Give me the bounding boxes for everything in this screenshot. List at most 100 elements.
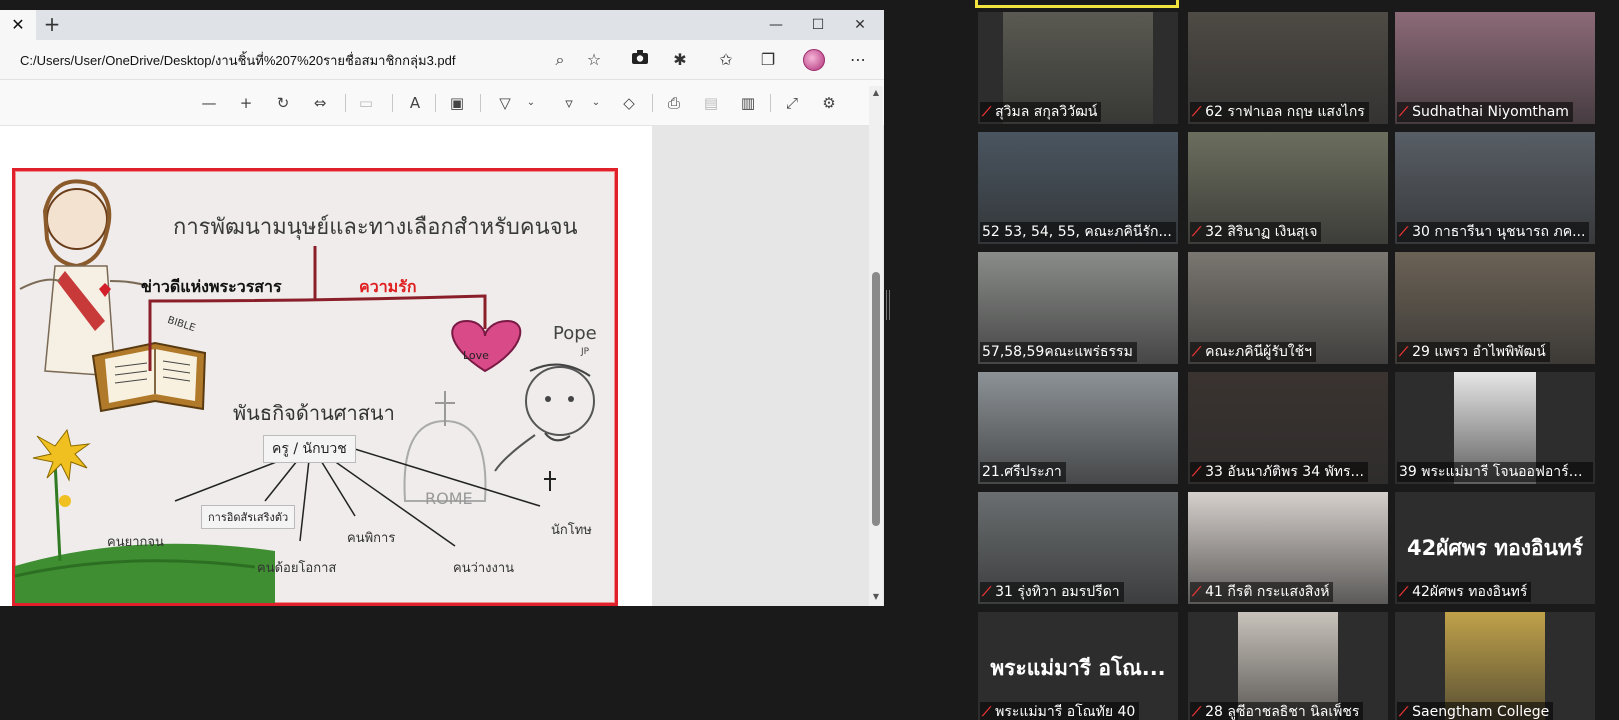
- participant-label: ⟋ 41 กีรติ กระแสงสิงห์: [1190, 582, 1334, 602]
- mic-muted-icon: ⟋: [1192, 465, 1202, 480]
- highlight-icon[interactable]: ▿: [558, 92, 580, 114]
- participant-tile[interactable]: ⟋ 29 แพรว อำไพพิพัฒน์: [1395, 252, 1595, 364]
- eraser-icon[interactable]: ◇: [618, 92, 640, 114]
- participant-tile[interactable]: พระแม่มารี อโณ... ⟋ พระแม่มารี อโณทัย 40: [978, 612, 1178, 720]
- participant-tile[interactable]: ⟋ 28 ลูซีอาชลธิชา นิลเพ็ชร: [1188, 612, 1388, 720]
- collections-icon[interactable]: ❐: [756, 49, 780, 71]
- text-box-icon[interactable]: ▣: [446, 92, 468, 114]
- print-icon[interactable]: ⎙: [663, 92, 685, 114]
- poster-love-label: ความรัก: [359, 277, 417, 296]
- tab-close-button[interactable]: ✕: [6, 14, 30, 36]
- participant-name: Sudhathai Niyomtham: [1412, 104, 1569, 120]
- extensions-icon[interactable]: ✱: [668, 49, 692, 71]
- new-tab-button[interactable]: +: [40, 14, 64, 36]
- participant-tile[interactable]: ⟋ 32 สิรินาฏ เงินสุเจ: [1188, 132, 1388, 244]
- zoom-in-icon[interactable]: +: [235, 92, 257, 114]
- profile-avatar[interactable]: [803, 49, 825, 71]
- rotate-icon[interactable]: ↻: [272, 92, 294, 114]
- poster-unemployed: คนว่างงาน: [453, 561, 515, 576]
- add-favorite-icon[interactable]: ☆: [582, 49, 606, 71]
- participant-label: ⟋ Saengtham College: [1397, 702, 1554, 720]
- minimize-button[interactable]: —: [764, 16, 788, 34]
- screen: { "browser": { "tab_close": "✕", "new_ta…: [0, 0, 1619, 720]
- poster-good-news: ข่าวดีแห่งพระวรสาร: [141, 277, 282, 296]
- participant-tile[interactable]: 57,58,59คณะแพร่ธรรม: [978, 252, 1178, 364]
- participant-tile[interactable]: ⟋ 31 รุ่งทิวา อมรปรีดา: [978, 492, 1178, 604]
- save-icon[interactable]: ▤: [700, 92, 722, 114]
- participant-tile[interactable]: ⟋ 62 ราฟาเอล กฤษ แสงไกร: [1188, 12, 1388, 124]
- pdf-viewer[interactable]: การพัฒนามนุษย์และทางเลือกสำหรับคนจน ข่าว…: [0, 126, 884, 606]
- participant-name: 30 กาธารีนา นุชนารถ ภค...: [1412, 224, 1586, 240]
- vertical-scrollbar[interactable]: ▲ ▼: [869, 86, 883, 606]
- participant-tile[interactable]: ⟋ 41 กีรติ กระแสงสิงห์: [1188, 492, 1388, 604]
- participant-tile[interactable]: ⟋ Saengtham College: [1395, 612, 1595, 720]
- participant-tile[interactable]: ⟋ 30 กาธารีนา นุชนารถ ภค...: [1395, 132, 1595, 244]
- favorites-icon[interactable]: ✩: [714, 49, 738, 71]
- address-bar: C:/Users/User/OneDrive/Desktop/งานชิ้นที…: [0, 40, 884, 80]
- more-menu-icon[interactable]: ⋯: [846, 49, 870, 71]
- participant-tile[interactable]: ⟋ คณะภคินีผู้รับใช้ฯ: [1188, 252, 1388, 364]
- scroll-up-arrow[interactable]: ▲: [871, 88, 881, 98]
- participant-name: 32 สิรินาฏ เงินสุเจ: [1205, 224, 1318, 240]
- mic-muted-icon: ⟋: [1192, 345, 1202, 360]
- participant-name: 62 ราฟาเอล กฤษ แสงไกร: [1205, 104, 1365, 120]
- participant-label: 57,58,59คณะแพร่ธรรม: [980, 342, 1137, 362]
- settings-icon[interactable]: ⚙: [818, 92, 840, 114]
- close-window-button[interactable]: ✕: [848, 16, 872, 34]
- mic-muted-icon: ⟋: [1399, 705, 1409, 720]
- participant-name: พระแม่มารี อโณทัย 40: [995, 704, 1136, 720]
- mic-muted-icon: ⟋: [1399, 225, 1409, 240]
- mic-muted-icon: ⟋: [1192, 585, 1202, 600]
- poster-teacher: ครู / นักบวช: [263, 435, 356, 463]
- participant-label: ⟋ 28 ลูซีอาชลธิชา นิลเพ็ชร: [1190, 702, 1364, 720]
- tab-bar: ✕ + — ☐ ✕: [0, 10, 884, 40]
- panel-splitter[interactable]: [886, 290, 890, 320]
- highlight-dropdown-icon[interactable]: ⌄: [585, 92, 607, 114]
- mic-muted-icon: ⟋: [1192, 705, 1202, 720]
- participant-label: 39 พระแม่มารี โจนออฟอาร์ค ...: [1397, 462, 1593, 482]
- participant-label: 52 53, 54, 55, คณะภคินีรัก...: [980, 222, 1176, 242]
- pdf-page: การพัฒนามนุษย์และทางเลือกสำหรับคนจน ข่าว…: [0, 126, 652, 606]
- scroll-down-arrow[interactable]: ▼: [871, 592, 881, 602]
- draw-dropdown-icon[interactable]: ⌄: [520, 92, 542, 114]
- participant-name: 57,58,59คณะแพร่ธรรม: [982, 344, 1133, 360]
- participant-tile[interactable]: ⟋ Sudhathai Niyomtham: [1395, 12, 1595, 124]
- participant-tile[interactable]: 39 พระแม่มารี โจนออฟอาร์ค ...: [1395, 372, 1595, 484]
- draw-icon[interactable]: ▽: [494, 92, 516, 114]
- mic-muted-icon: ⟋: [1399, 345, 1409, 360]
- mic-muted-icon: ⟋: [1399, 105, 1409, 120]
- zoom-out-icon[interactable]: —: [198, 92, 220, 114]
- fullscreen-icon[interactable]: ⤢: [781, 92, 803, 114]
- read-aloud-icon[interactable]: A: [404, 92, 426, 114]
- participant-tile[interactable]: ⟋ 33 อันนาภัติพร 34 พัทร...: [1188, 372, 1388, 484]
- poster-image: การพัฒนามนุษย์และทางเลือกสำหรับคนจน ข่าว…: [12, 168, 618, 606]
- participant-tile[interactable]: 21.ศรีประภา: [978, 372, 1178, 484]
- participant-name: 31 รุ่งทิวา อมรปรีดา: [995, 584, 1120, 600]
- participant-display-name: 42ผัศพร ทองอินทร์: [1406, 536, 1584, 560]
- participant-label: ⟋ 32 สิรินาฏ เงินสุเจ: [1190, 222, 1322, 242]
- maximize-button[interactable]: ☐: [806, 16, 830, 34]
- browser-window: ✕ + — ☐ ✕ C:/Users/User/OneDrive/Desktop…: [0, 10, 884, 606]
- zoom-icon[interactable]: ⌕: [548, 49, 572, 71]
- scroll-thumb[interactable]: [872, 272, 880, 526]
- url-text[interactable]: C:/Users/User/OneDrive/Desktop/งานชิ้นที…: [20, 50, 455, 71]
- participant-name: 28 ลูซีอาชลธิชา นิลเพ็ชร: [1205, 704, 1360, 720]
- participant-label: ⟋ พระแม่มารี อโณทัย 40: [980, 702, 1140, 720]
- participant-tile[interactable]: 52 53, 54, 55, คณะภคินีรัก...: [978, 132, 1178, 244]
- poster-prisoner: นักโทษ: [551, 523, 592, 538]
- participant-label: ⟋ 30 กาธารีนา นุชนารถ ภค...: [1397, 222, 1590, 242]
- toolbar-divider: [770, 94, 771, 112]
- save-as-icon[interactable]: ▥: [737, 92, 759, 114]
- fit-width-icon[interactable]: ⇔: [309, 92, 331, 114]
- camera-icon[interactable]: [628, 49, 652, 71]
- poster-poor: คนยากจน: [107, 535, 164, 550]
- mic-muted-icon: ⟋: [1192, 105, 1202, 120]
- page-view-icon[interactable]: ▭: [355, 92, 377, 114]
- participant-tile[interactable]: 42ผัศพร ทองอินทร์ ⟋ 42ผัศพร ทองอินทร์: [1395, 492, 1595, 604]
- participant-tile[interactable]: ⟋ สุวิมล สกุลวิวัฒน์: [978, 12, 1178, 124]
- participant-label: ⟋ 29 แพรว อำไพพิพัฒน์: [1397, 342, 1550, 362]
- pdf-toolbar: — + ↻ ⇔ ▭ A ▣ ▽ ⌄ ▿ ⌄ ◇ ⎙ ▤ ▥ ⤢ ⚙: [0, 80, 884, 126]
- toolbar-divider: [480, 94, 481, 112]
- participant-name: 52 53, 54, 55, คณะภคินีรัก...: [982, 224, 1172, 240]
- mic-muted-icon: ⟋: [1192, 225, 1202, 240]
